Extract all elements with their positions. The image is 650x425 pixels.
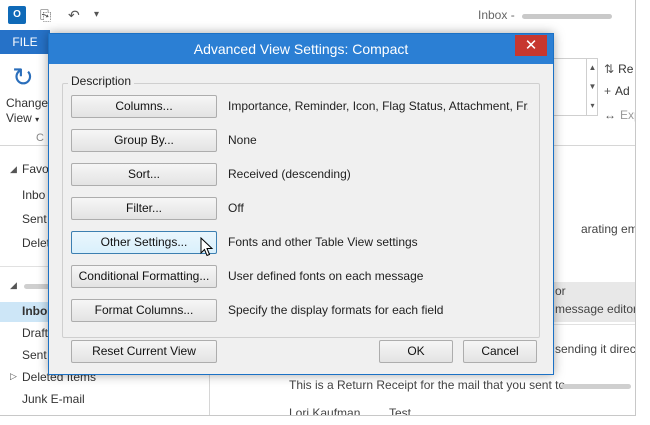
redacted-account (522, 14, 612, 19)
dialog-body: Description Columns... Importance, Remin… (49, 64, 553, 374)
outlook-icon: O (8, 6, 26, 24)
ribbon-reverse-sort[interactable]: ⇅ Re (604, 62, 633, 76)
favorites-header[interactable]: Favo (22, 162, 49, 176)
conditional-formatting-description: User defined fonts on each message (228, 269, 424, 283)
folder-inbox[interactable]: Inbo (22, 304, 47, 318)
filter-button[interactable]: Filter... (71, 197, 217, 220)
view-label: View (6, 111, 32, 125)
send-receive-icon[interactable]: ⎘ (40, 6, 51, 24)
fav-item-deleted[interactable]: Delet (22, 236, 50, 250)
group-label: Description (68, 74, 135, 88)
fav-item-inbox[interactable]: Inbo (22, 188, 45, 202)
folder-drafts[interactable]: Draft (22, 326, 48, 340)
redacted-address (561, 384, 631, 389)
ribbon-add-label: Ad (615, 84, 630, 98)
ribbon-reverse-label: Re (618, 62, 634, 76)
expand-icon: ↔ (604, 108, 616, 122)
ribbon-expand-label: Exp (620, 108, 635, 122)
sender-name: Lori Kaufman (289, 406, 361, 416)
message-snippet[interactable]: message editor (555, 302, 635, 316)
window-title: Inbox - (478, 8, 515, 22)
folder-junk[interactable]: Junk E-mail (22, 392, 85, 406)
ribbon-group-label: C (36, 132, 44, 144)
ribbon-expand[interactable]: ↔ Exp (604, 108, 635, 122)
customize-qat-icon[interactable]: ▾ (94, 6, 99, 24)
advanced-view-settings-dialog: Advanced View Settings: Compact ✕ Descri… (48, 33, 554, 375)
group-by-description: None (228, 133, 257, 147)
receipt-text: This is a Return Receipt for the mail th… (289, 378, 566, 392)
columns-button[interactable]: Columns... (71, 95, 217, 118)
ribbon-add-columns[interactable]: + Ad (604, 84, 630, 98)
mouse-cursor-icon (200, 237, 214, 257)
change-view-label: Change (6, 96, 49, 110)
group-by-button[interactable]: Group By... (71, 129, 217, 152)
folder-sent[interactable]: Sent (22, 348, 47, 362)
conditional-formatting-button[interactable]: Conditional Formatting... (71, 265, 217, 288)
message-snippet[interactable]: sending it direct (555, 342, 635, 356)
close-button[interactable]: ✕ (515, 35, 547, 56)
message-snippet[interactable]: arating emails in (581, 222, 635, 236)
fav-item-sent[interactable]: Sent (22, 212, 47, 226)
sort-button[interactable]: Sort... (71, 163, 217, 186)
dialog-titlebar[interactable]: Advanced View Settings: Compact ✕ (49, 34, 553, 64)
cancel-button[interactable]: Cancel (463, 340, 537, 363)
ok-button[interactable]: OK (379, 340, 453, 363)
close-icon: ✕ (524, 37, 538, 54)
reset-current-view-button[interactable]: Reset Current View (71, 340, 217, 363)
columns-description: Importance, Reminder, Icon, Flag Status,… (228, 99, 528, 113)
quick-access-toolbar: O ⎘ ↶ ▾ Inbox - (0, 0, 635, 30)
other-settings-description: Fonts and other Table View settings (228, 235, 418, 249)
gallery-scroll[interactable]: ▲ ▼ ▾ (586, 58, 598, 116)
change-view-button[interactable]: Change View ▾ (6, 96, 48, 127)
file-tab[interactable]: FILE (0, 30, 50, 54)
message-subject: Test (389, 406, 412, 416)
collapse-icon[interactable]: ◢ (10, 280, 17, 291)
filter-description: Off (228, 201, 244, 215)
expand-icon[interactable]: ▷ (10, 371, 17, 382)
format-columns-button[interactable]: Format Columns... (71, 299, 217, 322)
collapse-icon[interactable]: ◢ (10, 164, 17, 175)
other-settings-button[interactable]: Other Settings... (71, 231, 217, 254)
sort-description: Received (descending) (228, 167, 351, 181)
message-snippet[interactable]: or (555, 284, 566, 298)
sort-icon: ⇅ (604, 62, 615, 76)
format-columns-description: Specify the display formats for each fie… (228, 303, 444, 317)
add-icon: + (604, 84, 612, 98)
dialog-title: Advanced View Settings: Compact (193, 41, 409, 57)
undo-icon[interactable]: ↶ (68, 6, 80, 24)
change-view-icon[interactable]: ↻ (12, 62, 34, 93)
